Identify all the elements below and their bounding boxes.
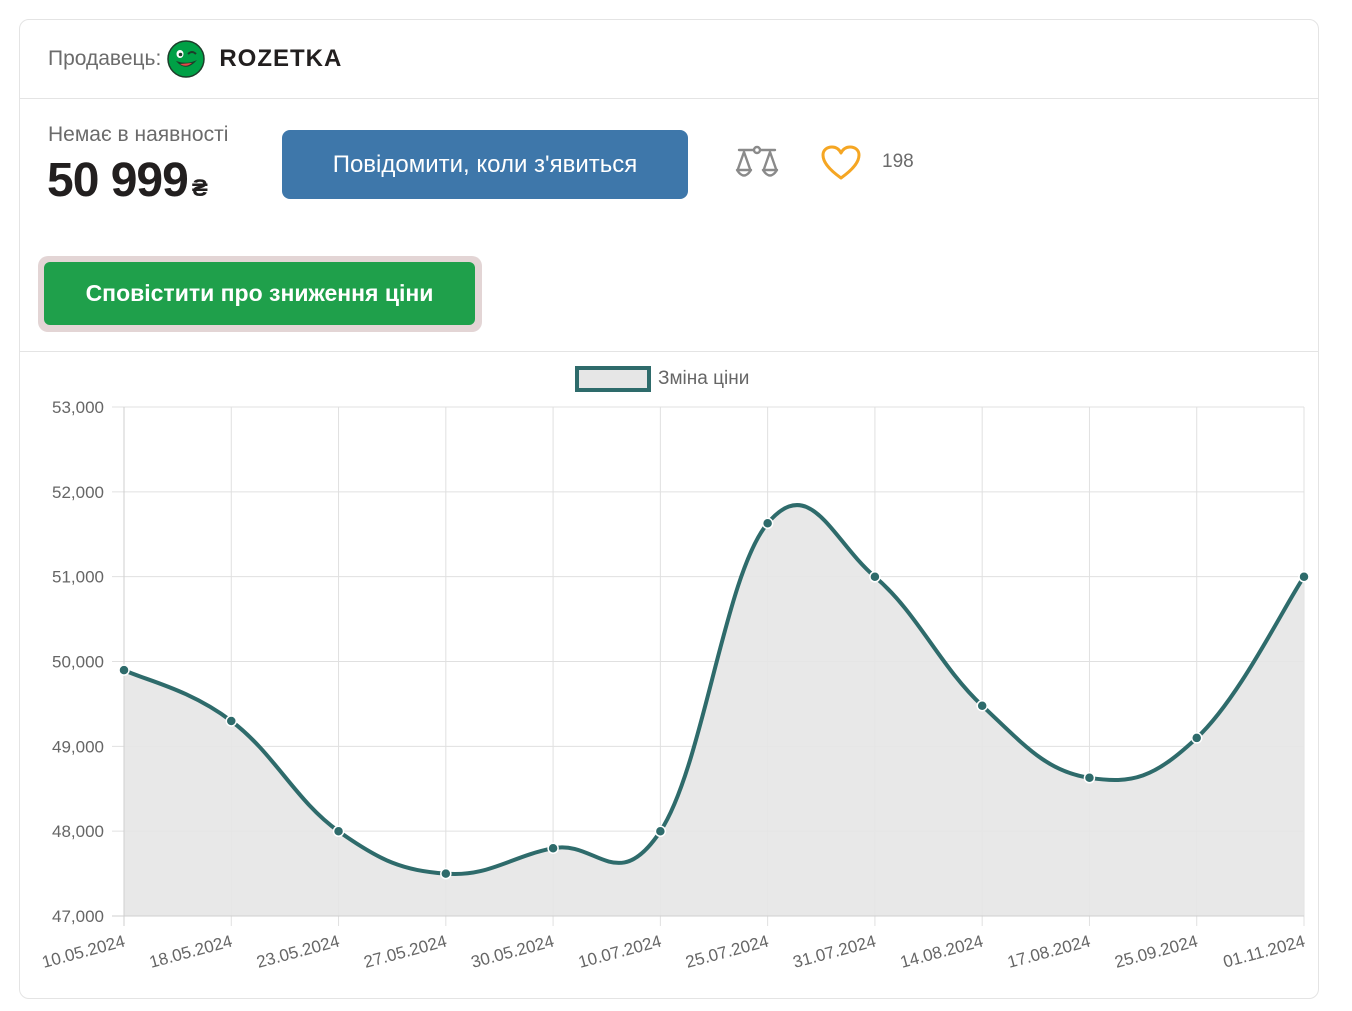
purchase-block: Немає в наявності 50 999 ₴ Повідомити, ко…	[20, 99, 1318, 239]
seller-name[interactable]: ROZETKA	[219, 45, 342, 73]
scales-icon[interactable]	[734, 143, 780, 183]
notify-when-available-button[interactable]: Повідомити, коли з'явиться	[282, 130, 688, 199]
rozetka-smiley-icon	[167, 40, 206, 78]
price-drop-alert-button[interactable]: Сповістити про зниження ціни	[44, 262, 475, 325]
price-alert-block: Сповістити про зниження ціни	[20, 238, 1318, 352]
heart-icon[interactable]	[821, 145, 861, 181]
price-value: 50 999	[47, 154, 189, 207]
wishlist-count: 198	[882, 151, 914, 172]
price-alert-focus-ring: Сповістити про зниження ціни	[38, 256, 482, 332]
seller-label: Продавець:	[48, 47, 162, 70]
product-price: 50 999 ₴	[47, 153, 208, 208]
seller-card: Продавець: ROZETKA Немає в наявності 50 …	[19, 19, 1319, 999]
seller-row: Продавець: ROZETKA	[20, 20, 1318, 99]
availability-status: Немає в наявності	[48, 123, 229, 146]
currency-symbol: ₴	[191, 175, 208, 202]
